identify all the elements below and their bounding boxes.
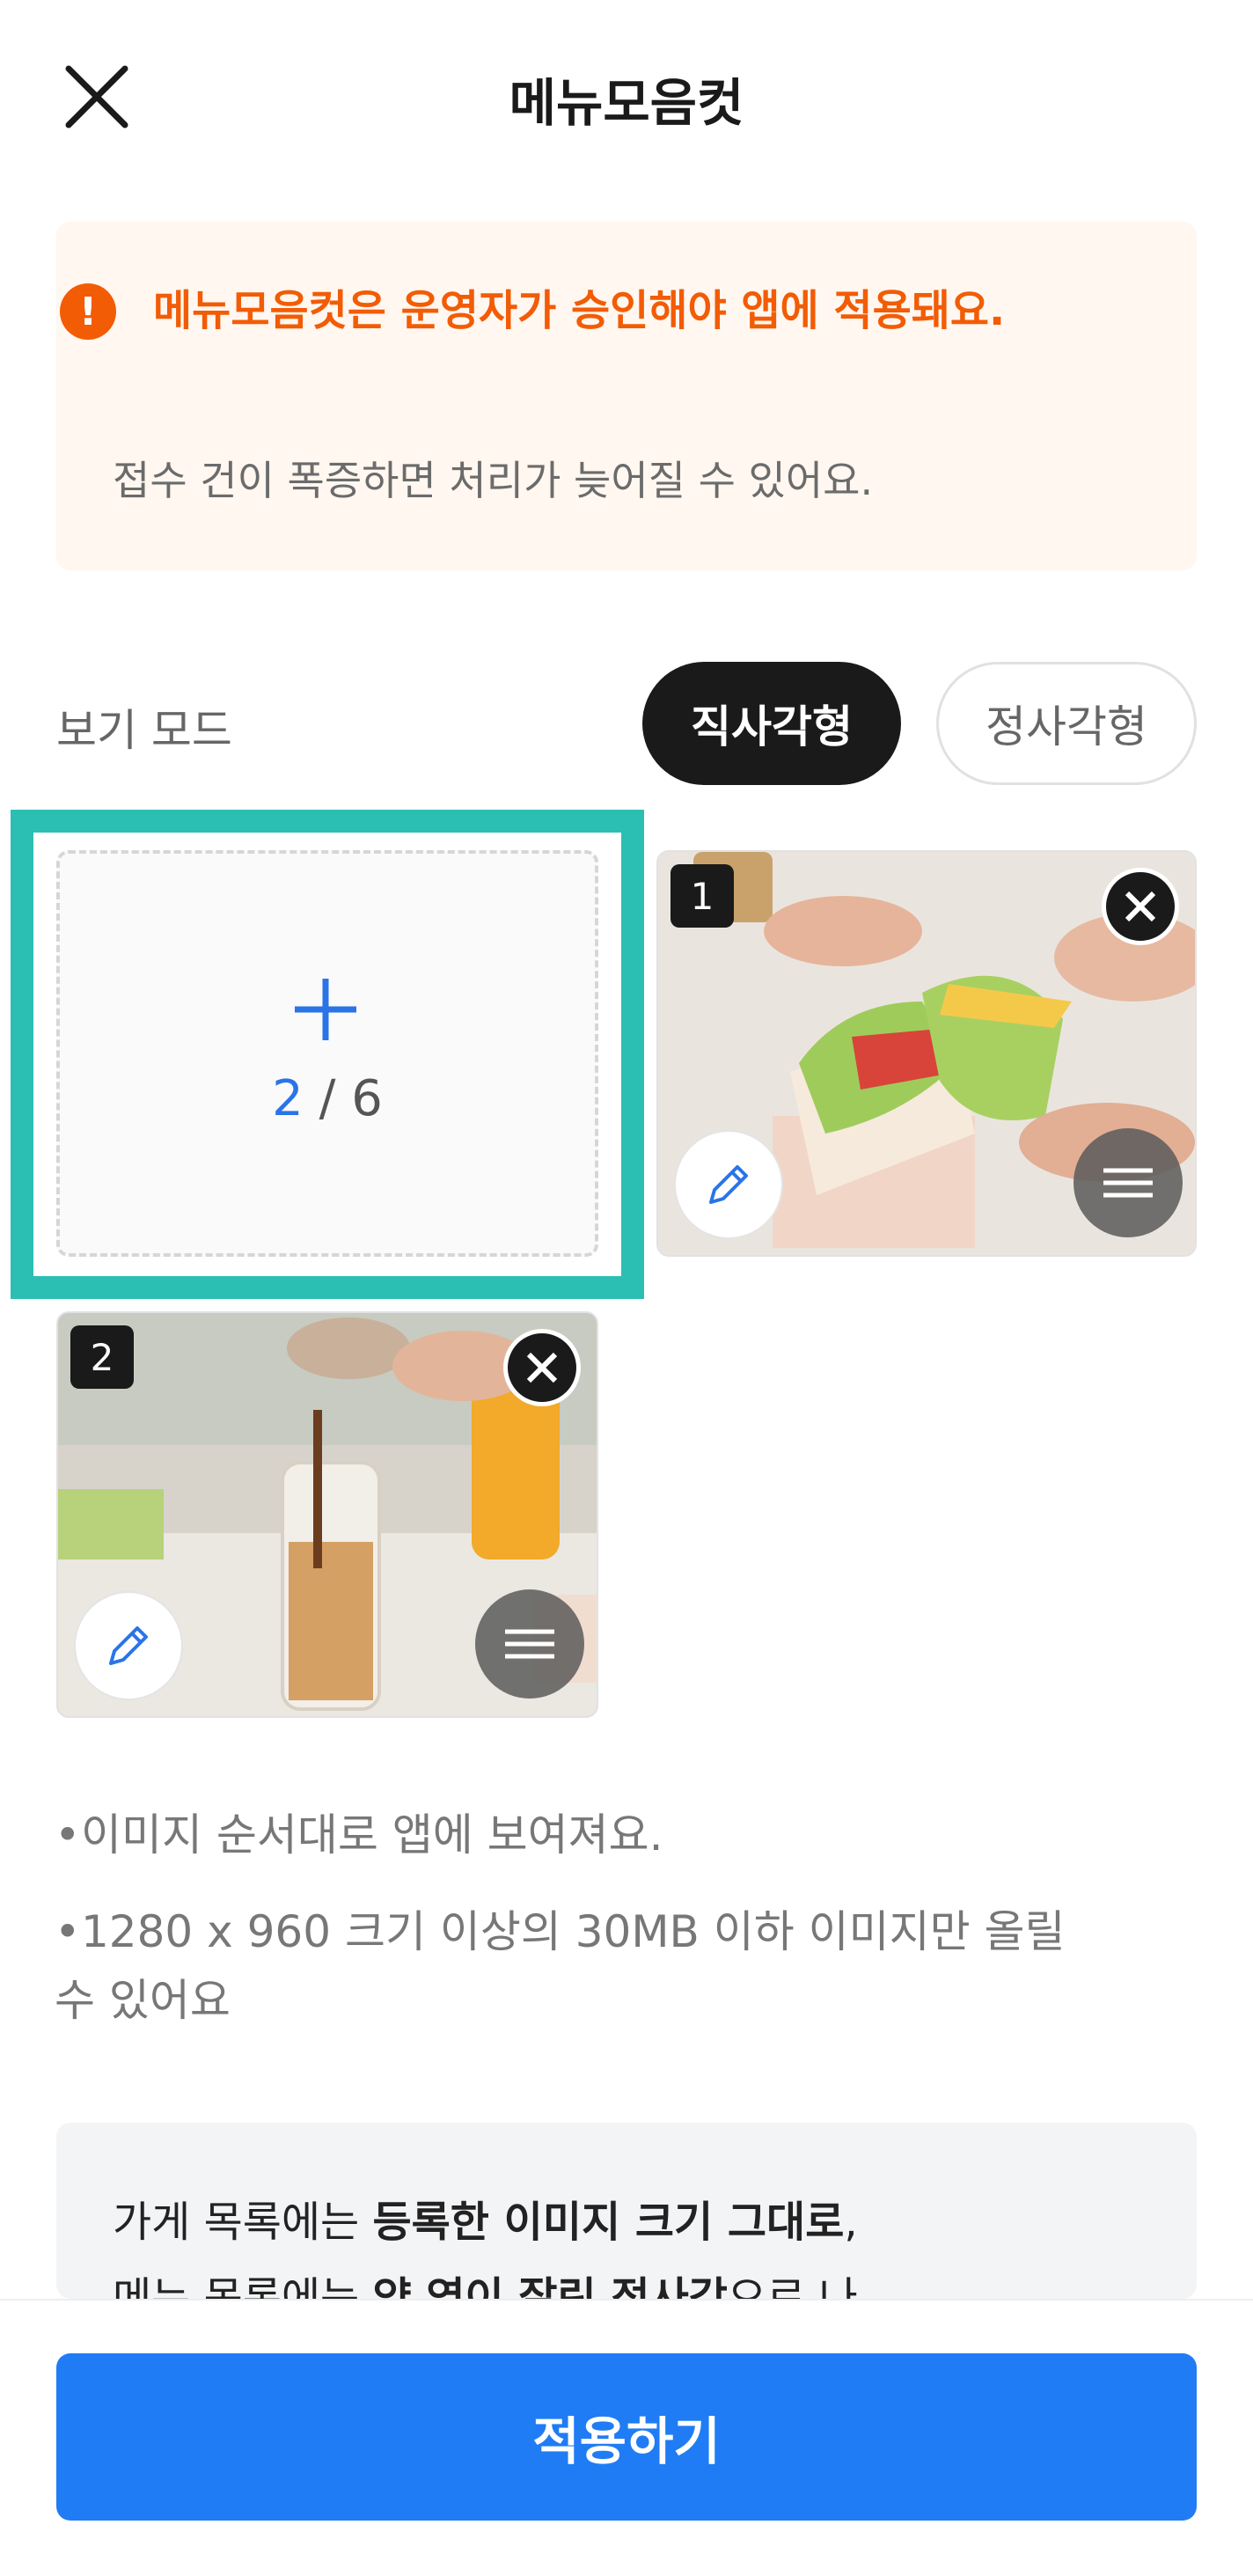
page-title: 메뉴모음컷 [509,73,744,133]
add-image-slot[interactable] [56,850,598,1257]
info-line1-prefix: 가게 목록에는 [113,2198,373,2247]
remove-photo-button[interactable] [503,1329,581,1406]
photo-order-badge: 2 [70,1325,134,1389]
pencil-icon [709,1165,748,1204]
edit-photo-button[interactable] [676,1132,781,1237]
info-text: 가게 목록에는 등록한 이미지 크기 그대로, 메뉴 목록에는 양 옆이 잘린 … [113,2184,1151,2299]
guide-text: 이미지 순서대로 앱에 보여져요. [81,1809,663,1860]
header: 메뉴모음컷 [0,0,1253,194]
edit-photo-button[interactable] [76,1593,181,1699]
notice-description: 접수 건이 폭증하면 처리가 늦어질 수 있어요. [113,457,874,504]
close-icon [526,1352,558,1383]
info-line1-suffix: , [844,2198,858,2247]
bullet-icon: • [55,1906,81,1957]
guide-text: 1280 x 960 크기 이상의 30MB 이하 이미지만 올릴 수 있어요 [55,1906,1066,2026]
info-line2-bold: 양 옆이 잘린 정사각 [372,2273,728,2299]
remove-photo-button[interactable] [1102,868,1179,945]
image-count-max: 6 [351,1070,383,1127]
info-line2-suffix: 으로 나 [727,2273,858,2299]
image-count: 2 / 6 [0,1070,655,1127]
drag-handle-button[interactable] [1073,1128,1183,1237]
view-mode-square-button[interactable]: 정사각형 [936,662,1197,785]
image-count-separator: / [303,1070,352,1127]
info-line2-prefix: 메뉴 목록에는 [113,2273,373,2299]
info-box: 가게 목록에는 등록한 이미지 크기 그대로, 메뉴 목록에는 양 옆이 잘린 … [56,2123,1197,2299]
menu-photo-2[interactable]: 2 [56,1311,598,1718]
close-icon [1125,891,1156,922]
image-count-current: 2 [272,1070,304,1127]
hamburger-icon [505,1629,554,1659]
view-mode-label: 보기 모드 [56,705,232,756]
menu-photo-1[interactable]: 1 [656,850,1197,1257]
apply-button[interactable]: 적용하기 [56,2353,1197,2521]
warning-icon: ! [60,283,116,340]
photo-order-badge: 1 [670,864,734,928]
pencil-icon [109,1626,148,1665]
guide-item: •1280 x 960 크기 이상의 30MB 이하 이미지만 올릴 수 있어요 [55,1897,1110,2035]
info-line1-bold: 등록한 이미지 크기 그대로 [372,2198,845,2247]
notice-title: 메뉴모음컷은 운영자가 승인해야 앱에 적용돼요. [153,286,1006,335]
hamburger-icon [1103,1168,1153,1198]
bullet-icon: • [55,1809,81,1860]
guide-item: •이미지 순서대로 앱에 보여져요. [55,1801,663,1869]
view-mode-rectangle-button[interactable]: 직사각형 [642,662,901,785]
plus-icon [295,979,356,1040]
drag-handle-button[interactable] [475,1589,584,1699]
